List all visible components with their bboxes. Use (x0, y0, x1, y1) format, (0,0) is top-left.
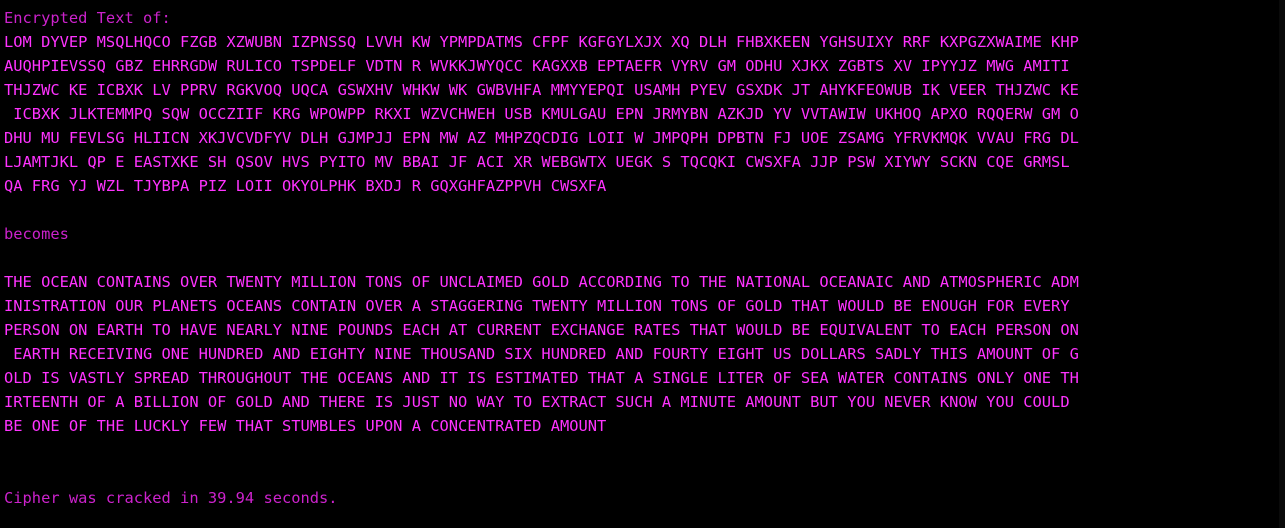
plaintext-line: PERSON ON EARTH TO HAVE NEARLY NINE POUN… (4, 321, 1079, 339)
encrypted-header-label: Encrypted Text of: (4, 9, 171, 27)
terminal-window[interactable]: Encrypted Text of: LOM DYVEP MSQLHQCO FZ… (0, 0, 1285, 528)
cipher-line: LJAMTJKL QP E EASTXKE SH QSOV HVS PYITO … (4, 153, 1070, 171)
plaintext-line: BE ONE OF THE LUCKLY FEW THAT STUMBLES U… (4, 417, 607, 435)
status-message: Cipher was cracked in 39.94 seconds. (4, 489, 338, 507)
cipher-line: QA FRG YJ WZL TJYBPA PIZ LOII OKYOLPHK B… (4, 177, 607, 195)
terminal-scrollbar[interactable] (1279, 0, 1285, 528)
cipher-line: AUQHPIEVSSQ GBZ EHRRGDW RULICO TSPDELF V… (4, 57, 1070, 75)
cipher-line: ICBXK JLKTEMMPQ SQW OCCZIIF KRG WPOWPP R… (4, 105, 1079, 123)
plaintext-line: OLD IS VASTLY SPREAD THROUGHOUT THE OCEA… (4, 369, 1079, 387)
plaintext-line: IRTEENTH OF A BILLION OF GOLD AND THERE … (4, 393, 1070, 411)
becomes-label: becomes (4, 225, 69, 243)
plaintext-line: EARTH RECEIVING ONE HUNDRED AND EIGHTY N… (4, 345, 1079, 363)
cipher-line: THJZWC KE ICBXK LV PPRV RGKVOQ UQCA GSWX… (4, 81, 1079, 99)
cipher-line: DHU MU FEVLSG HLIICN XKJVCVDFYV DLH GJMP… (4, 129, 1079, 147)
plaintext-line: INISTRATION OUR PLANETS OCEANS CONTAIN O… (4, 297, 1070, 315)
cipher-line: LOM DYVEP MSQLHQCO FZGB XZWUBN IZPNSSQ L… (4, 33, 1079, 51)
plaintext-line: THE OCEAN CONTAINS OVER TWENTY MILLION T… (4, 273, 1079, 291)
